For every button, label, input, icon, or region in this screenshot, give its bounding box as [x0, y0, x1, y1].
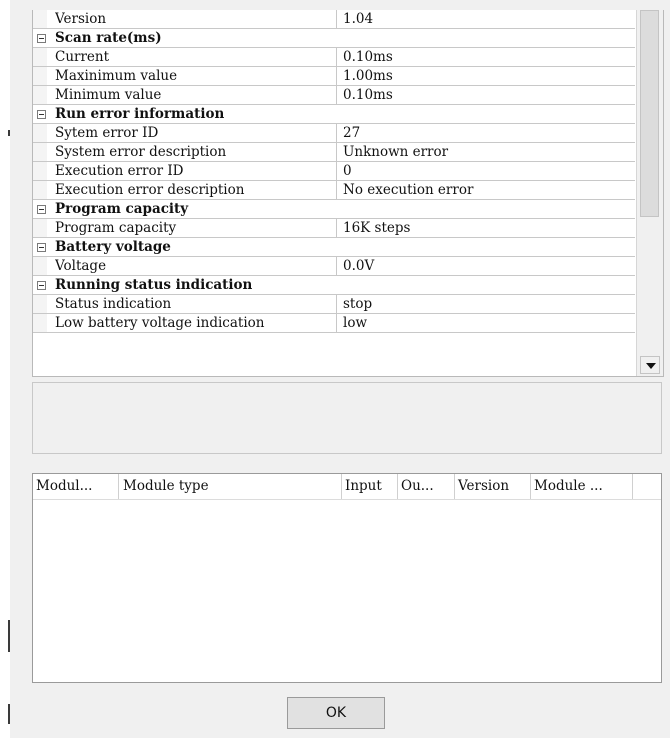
- column-divider: [336, 48, 337, 66]
- property-grid-scrollbar[interactable]: [636, 10, 663, 376]
- column-divider: [336, 86, 337, 104]
- column-divider: [336, 162, 337, 180]
- row-gutter: [33, 257, 47, 275]
- column-divider: [336, 143, 337, 161]
- module-list-header: Modul... Module type Input Ou... Version…: [33, 474, 661, 500]
- property-row[interactable]: Execution error description No execution …: [33, 181, 635, 200]
- property-value: stop: [343, 296, 373, 312]
- collapse-icon[interactable]: [37, 110, 46, 119]
- property-value: 0.10ms: [343, 49, 393, 65]
- row-gutter: [33, 314, 47, 332]
- property-name: Minimum value: [55, 87, 162, 103]
- property-row[interactable]: Version 1.04: [33, 10, 635, 29]
- module-list[interactable]: Modul... Module type Input Ou... Version…: [32, 473, 662, 683]
- property-name: System error description: [55, 144, 227, 160]
- column-divider: [336, 314, 337, 332]
- property-name: Program capacity: [55, 220, 177, 236]
- property-name: Low battery voltage indication: [55, 315, 265, 331]
- property-row[interactable]: System error description Unknown error: [33, 143, 635, 162]
- property-name: Status indication: [55, 296, 172, 312]
- column-header-module-no[interactable]: Modul...: [33, 474, 119, 499]
- row-gutter: [33, 219, 47, 237]
- description-panel: [32, 382, 662, 454]
- property-value: 0.10ms: [343, 87, 393, 103]
- property-name: Current: [55, 49, 110, 65]
- category-label: Battery voltage: [55, 239, 171, 255]
- ok-button[interactable]: OK: [287, 697, 385, 729]
- property-value: 27: [343, 125, 361, 141]
- property-name: Sytem error ID: [55, 125, 159, 141]
- property-row[interactable]: Maxinimum value 1.00ms: [33, 67, 635, 86]
- window-bottom-edge: [0, 738, 670, 744]
- collapse-icon[interactable]: [37, 205, 46, 214]
- row-gutter: [33, 295, 47, 313]
- edge-mark: [8, 620, 10, 652]
- property-row[interactable]: Status indication stop: [33, 295, 635, 314]
- column-divider: [336, 219, 337, 237]
- property-name: Execution error description: [55, 182, 245, 198]
- property-value: 1.00ms: [343, 68, 393, 84]
- property-row[interactable]: Minimum value 0.10ms: [33, 86, 635, 105]
- property-name: Version: [55, 11, 107, 27]
- category-label: Program capacity: [55, 201, 189, 217]
- category-row[interactable]: Program capacity: [33, 200, 635, 219]
- column-divider: [336, 295, 337, 313]
- column-header-input[interactable]: Input: [342, 474, 398, 499]
- property-value: low: [343, 315, 368, 331]
- column-divider: [336, 124, 337, 142]
- category-row[interactable]: Running status indication: [33, 276, 635, 295]
- edge-mark: [8, 130, 10, 136]
- property-value: Unknown error: [343, 144, 449, 160]
- row-gutter: [33, 48, 47, 66]
- property-rows: Version 1.04 Scan rate(ms) Current 0.10ms Max…: [33, 10, 635, 333]
- row-gutter: [33, 67, 47, 85]
- property-name: Execution error ID: [55, 163, 184, 179]
- property-value: 0: [343, 163, 352, 179]
- property-value: 0.0V: [343, 258, 375, 274]
- collapse-icon[interactable]: [37, 243, 46, 252]
- column-divider: [336, 257, 337, 275]
- category-row[interactable]: Battery voltage: [33, 238, 635, 257]
- category-row[interactable]: Scan rate(ms): [33, 29, 635, 48]
- column-divider: [336, 67, 337, 85]
- column-header-module-type[interactable]: Module type: [119, 474, 342, 499]
- property-row[interactable]: Execution error ID 0: [33, 162, 635, 181]
- window-left-edge: [0, 0, 10, 744]
- property-name: Maxinimum value: [55, 68, 178, 84]
- property-name: Voltage: [55, 258, 107, 274]
- property-value: 16K steps: [343, 220, 411, 236]
- row-gutter: [33, 10, 47, 28]
- property-row[interactable]: Low battery voltage indication low: [33, 314, 635, 333]
- category-label: Running status indication: [55, 277, 253, 293]
- property-value: 1.04: [343, 11, 374, 27]
- row-gutter: [33, 143, 47, 161]
- column-header-output[interactable]: Ou...: [398, 474, 455, 499]
- property-row[interactable]: Voltage 0.0V: [33, 257, 635, 276]
- category-label: Scan rate(ms): [55, 30, 162, 46]
- column-divider: [336, 10, 337, 28]
- column-header-version[interactable]: Version: [455, 474, 531, 499]
- collapse-icon[interactable]: [37, 34, 46, 43]
- category-row[interactable]: Run error information: [33, 105, 635, 124]
- row-gutter: [33, 181, 47, 199]
- row-gutter: [33, 124, 47, 142]
- column-divider: [336, 181, 337, 199]
- category-label: Run error information: [55, 106, 225, 122]
- row-gutter: [33, 86, 47, 104]
- property-row[interactable]: Sytem error ID 27: [33, 124, 635, 143]
- property-grid[interactable]: Version 1.04 Scan rate(ms) Current 0.10ms Max…: [32, 10, 664, 377]
- row-gutter: [33, 162, 47, 180]
- property-row[interactable]: Program capacity 16K steps: [33, 219, 635, 238]
- scroll-down-arrow-icon[interactable]: [640, 356, 660, 374]
- column-header-module-extra[interactable]: Module ...: [531, 474, 633, 499]
- property-row[interactable]: Current 0.10ms: [33, 48, 635, 67]
- scrollbar-thumb[interactable]: [640, 10, 659, 217]
- edge-mark: [8, 704, 10, 724]
- collapse-icon[interactable]: [37, 281, 46, 290]
- property-value: No execution error: [343, 182, 474, 198]
